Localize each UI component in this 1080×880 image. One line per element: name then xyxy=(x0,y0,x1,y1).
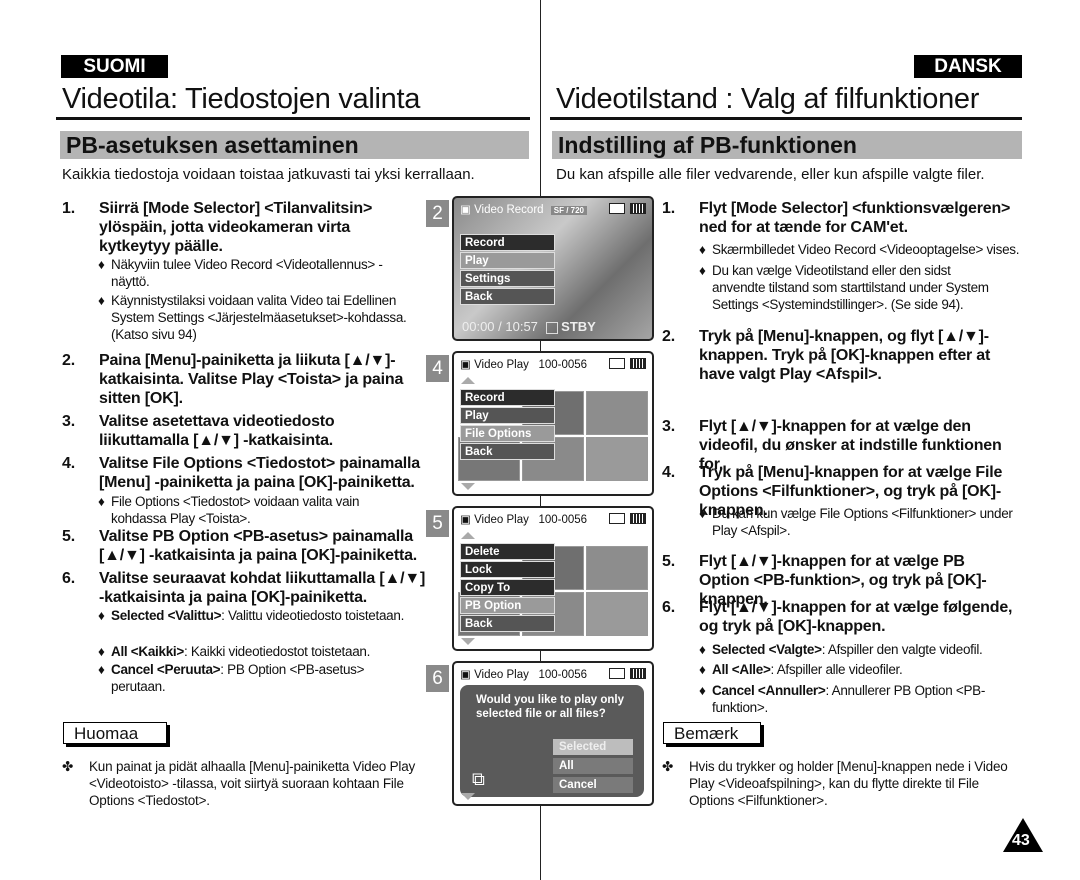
screen-header: ▣ Video Play 100-0056 xyxy=(460,669,588,681)
screen-menu: Delete Lock Copy To PB Option Back xyxy=(460,543,555,633)
screen-video-record: ▣ Video Record SF / 720 Record Play Sett… xyxy=(452,196,654,341)
menu-item-record[interactable]: Record xyxy=(460,389,555,406)
diamond-icon: ♦ xyxy=(699,242,706,257)
record-indicator-icon xyxy=(545,321,558,334)
thumbnail[interactable] xyxy=(586,391,648,435)
screen-number-6: 6 xyxy=(426,665,449,692)
menu-item-play[interactable]: Play xyxy=(460,252,555,269)
note-star-icon: ✤ xyxy=(62,759,74,774)
battery-icon xyxy=(630,668,646,679)
scroll-down-icon[interactable] xyxy=(461,638,475,645)
memory-icon xyxy=(609,203,625,214)
note-star-icon: ✤ xyxy=(662,759,674,774)
diamond-icon: ♦ xyxy=(98,608,105,623)
thumbnail[interactable] xyxy=(586,546,648,590)
note-heading-left: Huomaa xyxy=(63,722,167,744)
status-icons xyxy=(609,203,646,214)
page-number: 43 xyxy=(1012,832,1030,849)
scroll-down-icon[interactable] xyxy=(461,793,475,800)
menu-item-file-options[interactable]: File Options xyxy=(460,425,555,442)
scroll-down-icon[interactable] xyxy=(461,483,475,490)
menu-item-lock[interactable]: Lock xyxy=(460,561,555,578)
battery-icon xyxy=(630,358,646,369)
title-rule-right xyxy=(550,117,1022,120)
diamond-icon: ♦ xyxy=(98,293,105,308)
page-title-right: Videotilstand : Valg af filfunktioner xyxy=(556,83,980,115)
menu-item-back[interactable]: Back xyxy=(460,288,555,305)
camcorder-icon: ▣ xyxy=(460,514,471,526)
scroll-up-icon[interactable] xyxy=(461,532,475,539)
diamond-icon: ♦ xyxy=(98,662,105,677)
diamond-icon: ♦ xyxy=(699,506,706,521)
option-all[interactable]: All xyxy=(553,758,633,774)
option-selected[interactable]: Selected xyxy=(553,739,633,755)
screen-header: ▣ Video Play 100-0056 xyxy=(460,514,588,526)
quality-badge: SF / 720 xyxy=(550,206,588,215)
menu-item-settings[interactable]: Settings xyxy=(460,270,555,287)
screen-header: ▣ Video Play 100-0056 xyxy=(460,359,588,371)
section-heading-right: Indstilling af PB-funktionen xyxy=(552,131,1022,159)
camcorder-icon: ▣ xyxy=(460,359,471,371)
camcorder-icon: ▣ xyxy=(460,669,471,681)
option-cancel[interactable]: Cancel xyxy=(553,777,633,793)
diamond-icon: ♦ xyxy=(699,263,706,278)
screen-header: ▣ Video Record SF / 720 xyxy=(460,202,588,216)
status-icons xyxy=(609,358,646,369)
intro-left: Kaikkia tiedostoja voidaan toistaa jatku… xyxy=(62,166,475,183)
time-counter: 00:00 / 10:57 STBY xyxy=(462,319,596,334)
pb-option-dialog: Would you like to play only selected fil… xyxy=(460,685,644,797)
menu-item-record[interactable]: Record xyxy=(460,234,555,251)
diamond-icon: ♦ xyxy=(98,644,105,659)
scroll-up-icon[interactable] xyxy=(461,377,475,384)
diamond-icon: ♦ xyxy=(98,257,105,272)
battery-icon xyxy=(630,513,646,524)
screen-number-5: 5 xyxy=(426,510,449,537)
diamond-icon: ♦ xyxy=(699,642,706,657)
file-copy-icon: ⧉ xyxy=(472,769,485,789)
menu-item-play[interactable]: Play xyxy=(460,407,555,424)
menu-item-copy-to[interactable]: Copy To xyxy=(460,579,555,596)
dialog-question: Would you like to play only selected fil… xyxy=(476,694,625,720)
thumbnail[interactable] xyxy=(586,592,648,636)
diamond-icon: ♦ xyxy=(699,683,706,698)
diamond-icon: ♦ xyxy=(98,494,105,509)
menu-item-delete[interactable]: Delete xyxy=(460,543,555,560)
screen-video-play-pb-option: ▣ Video Play 100-0056 Delete Lock Copy T… xyxy=(452,506,654,651)
memory-icon xyxy=(609,513,625,524)
memory-icon xyxy=(609,358,625,369)
screen-menu: Record Play File Options Back xyxy=(460,389,555,461)
thumbnail[interactable] xyxy=(586,437,648,481)
battery-icon xyxy=(630,203,646,214)
page-title-left: Videotila: Tiedostojen valinta xyxy=(62,83,421,115)
language-tab-dansk: DANSK xyxy=(914,55,1022,78)
note-heading-right: Bemærk xyxy=(663,722,761,744)
menu-item-back[interactable]: Back xyxy=(460,615,555,632)
screen-number-2: 2 xyxy=(426,200,449,227)
diamond-icon: ♦ xyxy=(699,662,706,677)
screen-menu: Record Play Settings Back xyxy=(460,234,555,306)
screen-number-4: 4 xyxy=(426,355,449,382)
title-rule-left xyxy=(56,117,530,120)
menu-item-pb-option[interactable]: PB Option xyxy=(460,597,555,614)
status-icons xyxy=(609,668,646,679)
screen-pb-option-dialog: ▣ Video Play 100-0056 Would you like to … xyxy=(452,661,654,806)
menu-item-back[interactable]: Back xyxy=(460,443,555,460)
camcorder-icon: ▣ xyxy=(460,204,471,216)
memory-icon xyxy=(609,668,625,679)
section-heading-left: PB-asetuksen asettaminen xyxy=(60,131,529,159)
screen-video-play-file-options: ▣ Video Play 100-0056 Record Play File O… xyxy=(452,351,654,496)
language-tab-suomi: SUOMI xyxy=(61,55,168,78)
intro-right: Du kan afspille alle filer vedvarende, e… xyxy=(556,166,985,183)
status-icons xyxy=(609,513,646,524)
